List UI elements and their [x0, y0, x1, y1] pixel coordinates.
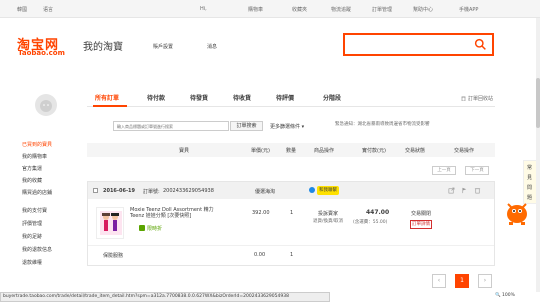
zoom-value: 100% — [502, 293, 515, 298]
browser-status-url: buyertrade.taobao.com/trade/detail/trade… — [0, 292, 330, 302]
recycle-bin-label: 訂單回收站 — [467, 96, 493, 102]
tab-pending-receipt[interactable]: 待收貨 — [233, 93, 251, 102]
sidebar-item-favorites[interactable]: 我的收藏 — [22, 177, 42, 184]
order-no-label: 訂單號: — [143, 189, 160, 195]
unit-price: 392.00 — [252, 210, 270, 216]
product-title-link[interactable]: Moxie Teenz Doll Assortment 精力Teenz 娃娃分類… — [130, 207, 222, 219]
quantity: 1 — [290, 210, 294, 216]
tab-pending-review[interactable]: 待評價 — [276, 93, 294, 102]
tab-all-orders[interactable]: 所有訂單 — [95, 93, 119, 102]
more-filters-label: 更多篩選條件 — [270, 124, 301, 130]
avatar[interactable] — [35, 94, 57, 116]
tab-staged[interactable]: 分階段 — [323, 93, 341, 102]
col-actions: 商品操作 — [314, 148, 335, 154]
sidebar-item-reviews[interactable]: 評價管理 — [22, 220, 42, 227]
cart-link[interactable]: 購物車 — [248, 6, 263, 13]
avatar-placeholder-icon — [40, 100, 52, 112]
order-status: 交易關閉 — [411, 211, 432, 217]
col-product: 寶貝 — [179, 148, 190, 154]
order-detail-button[interactable]: 訂單詳情 — [410, 220, 432, 229]
user-greeting[interactable]: Hi, — [200, 6, 207, 12]
favorites-link[interactable]: 收藏夾 — [292, 6, 307, 13]
shop-name[interactable]: 優選海淘 — [255, 188, 275, 195]
order-number: 2002433629054938 — [163, 188, 214, 194]
page-title[interactable]: 我的淘寶 — [83, 38, 123, 53]
flag-icon[interactable] — [461, 187, 468, 194]
service-label: 保險服務 — [103, 253, 124, 259]
shipping-fee: (含運費：55.00) — [353, 220, 388, 225]
scrollbar-thumb[interactable] — [536, 78, 540, 128]
order-date: 2016-06-19 — [103, 188, 135, 194]
faq-char-3: 問 — [527, 185, 533, 191]
orders-table-header: 寶貝 單價(元) 數量 商品操作 實付款(元) 交易狀態 交易操作 — [87, 143, 495, 157]
language-selector[interactable]: 语言 — [43, 6, 53, 13]
col-op: 交易操作 — [454, 148, 475, 154]
taobao-logo[interactable]: 淘宝网 Taobao.com — [17, 34, 79, 62]
order-search-field[interactable] — [113, 121, 229, 131]
sidebar-item-shops[interactable]: 購買過的店鋪 — [22, 189, 52, 196]
order-tabs: 所有訂單 待付款 待發貨 待收貨 待評價 分階段 訂單回收站 — [87, 87, 495, 107]
mascot-icon[interactable] — [503, 198, 531, 226]
logistics-link[interactable]: 物流追蹤 — [331, 6, 351, 13]
logo-text-en: Taobao.com — [18, 49, 65, 57]
sidebar-item-refund-info[interactable]: 我的退款信息 — [22, 246, 52, 253]
col-qty: 數量 — [286, 148, 297, 154]
help-center-link[interactable]: 幫助中心 — [413, 6, 433, 13]
service-price: 0.00 — [254, 252, 266, 258]
promo-label: 限時折 — [147, 226, 163, 232]
order-card: 2016-06-19 訂單號: 2002433629054938 優選海淘 和我… — [87, 181, 495, 266]
sidebar-item-bought[interactable]: 已買到的寶貝 — [22, 141, 52, 148]
faq-char-1: 常 — [527, 165, 533, 171]
wangwang-icon[interactable] — [309, 187, 315, 193]
account-settings-menu[interactable]: 賬戶設置 — [153, 43, 173, 50]
pagination-prev[interactable]: ‹ — [432, 274, 446, 288]
share-icon[interactable] — [448, 187, 455, 194]
order-search-input[interactable] — [114, 122, 228, 130]
contact-seller-button[interactable]: 和我聯繫 — [317, 186, 339, 195]
delete-icon[interactable] — [474, 187, 481, 194]
order-manage-link[interactable]: 訂單管理 — [372, 6, 392, 13]
mobile-app-link[interactable]: 手機APP — [459, 6, 478, 13]
urgent-notice[interactable]: 緊急通知：湖北省暴雨導致周邊省市物流受影響 — [335, 121, 430, 127]
col-paid: 實付款(元) — [362, 148, 386, 154]
service-qty: 1 — [290, 252, 294, 258]
chevron-down-icon: ▾ — [301, 124, 305, 130]
col-status[interactable]: 交易狀態 — [405, 147, 425, 154]
order-search-button[interactable]: 訂單搜索 — [230, 121, 263, 131]
complain-seller-link[interactable]: 投訴賣家 — [318, 210, 338, 217]
active-tab-indicator — [93, 105, 127, 107]
paid-amount: 447.00 — [366, 209, 390, 216]
zoom-level[interactable]: 🔍 100% — [495, 293, 515, 298]
search-icon[interactable] — [474, 38, 487, 51]
sidebar-item-alipay[interactable]: 我的支付寶 — [22, 207, 47, 214]
order-header: 2016-06-19 訂單號: 2002433629054938 優選海淘 和我… — [88, 182, 494, 199]
recycle-bin-link[interactable]: 訂單回收站 — [461, 95, 493, 102]
sidebar-item-cart[interactable]: 我的購物車 — [22, 153, 47, 160]
pagination-page-1[interactable]: 1 — [455, 274, 469, 288]
product-image[interactable] — [96, 207, 124, 239]
sidebar-item-refund-rights[interactable]: 退款維權 — [22, 259, 42, 266]
promo-icon — [139, 225, 145, 231]
trash-icon — [461, 96, 466, 102]
zoom-icon: 🔍 — [495, 293, 501, 298]
sidebar-item-footprint[interactable]: 我的足跡 — [22, 233, 42, 240]
tab-pending-payment[interactable]: 待付款 — [147, 93, 165, 102]
order-divider — [88, 245, 494, 246]
pagination-next[interactable]: › — [478, 274, 492, 288]
messages-link[interactable]: 消息 — [207, 43, 217, 50]
next-page-button[interactable]: 下一頁 — [465, 166, 489, 175]
col-price: 單價(元) — [251, 148, 270, 154]
doll-image — [100, 211, 122, 235]
order-checkbox[interactable] — [93, 188, 98, 193]
sidebar-item-consolidation[interactable]: 官方集運 — [22, 165, 42, 172]
site-topbar: 韓國 语言 Hi, 購物車 收藏夾 物流追蹤 訂單管理 幫助中心 手機APP — [0, 0, 540, 18]
more-filters-toggle[interactable]: 更多篩選條件 ▾ — [270, 123, 304, 130]
tab-pending-shipment[interactable]: 待發貨 — [190, 93, 208, 102]
return-exchange-link[interactable]: 退貨/換貨/取消 — [313, 218, 343, 224]
prev-page-button[interactable]: 上一頁 — [432, 166, 456, 175]
page-scrollbar[interactable] — [536, 18, 540, 292]
faq-char-2: 見 — [527, 175, 533, 181]
region-selector[interactable]: 韓國 — [17, 6, 27, 13]
search-input[interactable] — [343, 33, 494, 56]
